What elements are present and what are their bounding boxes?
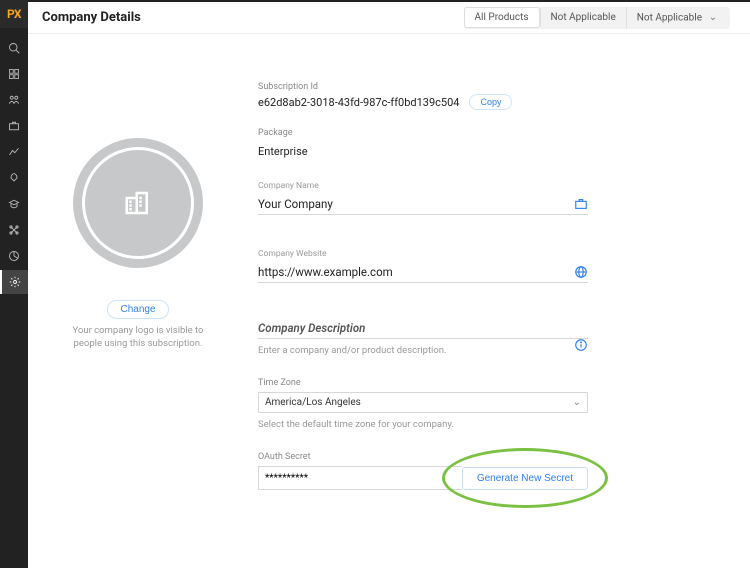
company-description-input[interactable]: [258, 318, 588, 339]
nav-dashboard[interactable]: [0, 62, 28, 86]
chevron-down-icon: ⌄: [573, 397, 581, 408]
subscription-id-value: e62d8ab2-3018-43fd-987c-ff0bd139c504: [258, 96, 459, 109]
nav-analytics[interactable]: [0, 140, 28, 164]
oauth-label: OAuth Secret: [258, 452, 588, 462]
nav-pie[interactable]: [0, 244, 28, 268]
company-name-label: Company Name: [258, 181, 588, 191]
pie-icon: [8, 250, 20, 262]
generate-new-secret-button[interactable]: Generate New Secret: [462, 467, 588, 490]
company-logo-placeholder[interactable]: [73, 138, 203, 268]
main: Company Details All Products Not Applica…: [28, 0, 750, 568]
logo-column: Change Your company logo is visible to p…: [58, 82, 218, 548]
header-tab-na1[interactable]: Not Applicable: [540, 8, 626, 27]
company-name-input[interactable]: [258, 194, 588, 215]
company-website-field: Company Website: [258, 249, 588, 283]
time-zone-value: America/Los Angeles: [265, 397, 361, 408]
time-zone-label: Time Zone: [258, 378, 588, 388]
nodes-icon: [8, 224, 20, 236]
nav-briefcase[interactable]: [0, 114, 28, 138]
dashboard-icon: [8, 68, 20, 80]
chevron-down-icon: ⌄: [706, 11, 720, 25]
sidebar: PX: [0, 0, 28, 568]
users-icon: [8, 94, 20, 106]
education-icon: [8, 198, 20, 210]
nav-users[interactable]: [0, 88, 28, 112]
briefcase-icon: [574, 196, 588, 210]
header: Company Details All Products Not Applica…: [28, 2, 750, 34]
time-zone-hint: Select the default time zone for your co…: [258, 419, 588, 430]
gear-icon: [9, 276, 21, 288]
nav-settings[interactable]: [0, 270, 28, 294]
brand-logo: PX: [0, 0, 28, 28]
company-logo-inner: [82, 147, 194, 259]
sidebar-nav: [0, 36, 28, 294]
change-logo-button[interactable]: Change: [107, 300, 168, 319]
buildings-icon: [123, 188, 153, 218]
nav-education[interactable]: [0, 192, 28, 216]
copy-subscription-button[interactable]: Copy: [469, 94, 512, 110]
nav-rocket[interactable]: [0, 166, 28, 190]
header-tabs: All Products Not Applicable Not Applicab…: [464, 7, 730, 29]
subscription-block: Subscription Id e62d8ab2-3018-43fd-987c-…: [258, 82, 588, 110]
header-tab-na2[interactable]: Not Applicable ⌄: [626, 7, 730, 29]
rocket-icon: [8, 172, 20, 184]
package-block: Package Enterprise: [258, 128, 588, 159]
company-description-hint: Enter a company and/or product descripti…: [258, 345, 588, 356]
globe-icon: [574, 264, 588, 278]
company-website-label: Company Website: [258, 249, 588, 259]
page-title: Company Details: [42, 10, 464, 25]
nav-search[interactable]: [0, 36, 28, 60]
company-website-input[interactable]: [258, 262, 588, 283]
logo-hint: Your company logo is visible to people u…: [58, 325, 218, 351]
chart-icon: [8, 146, 20, 158]
info-icon: [574, 337, 588, 351]
subscription-id-label: Subscription Id: [258, 82, 588, 92]
search-icon: [8, 42, 20, 54]
brand-text: PX: [7, 7, 21, 21]
time-zone-field: Time Zone America/Los Angeles ⌄ Select t…: [258, 378, 588, 430]
package-label: Package: [258, 128, 588, 138]
header-tab-all-products[interactable]: All Products: [464, 7, 540, 28]
time-zone-select[interactable]: America/Los Angeles ⌄: [258, 392, 588, 413]
content: Change Your company logo is visible to p…: [28, 34, 750, 568]
company-description-field: Enter a company and/or product descripti…: [258, 317, 588, 356]
company-name-field: Company Name: [258, 181, 588, 215]
oauth-field: OAuth Secret Generate New Secret: [258, 452, 588, 490]
nav-nodes[interactable]: [0, 218, 28, 242]
package-value: Enterprise: [258, 145, 308, 158]
header-tab-na2-label: Not Applicable: [637, 12, 702, 23]
form-column: Subscription Id e62d8ab2-3018-43fd-987c-…: [258, 82, 588, 548]
oauth-secret-input[interactable]: [258, 466, 462, 490]
briefcase-icon: [8, 120, 20, 132]
